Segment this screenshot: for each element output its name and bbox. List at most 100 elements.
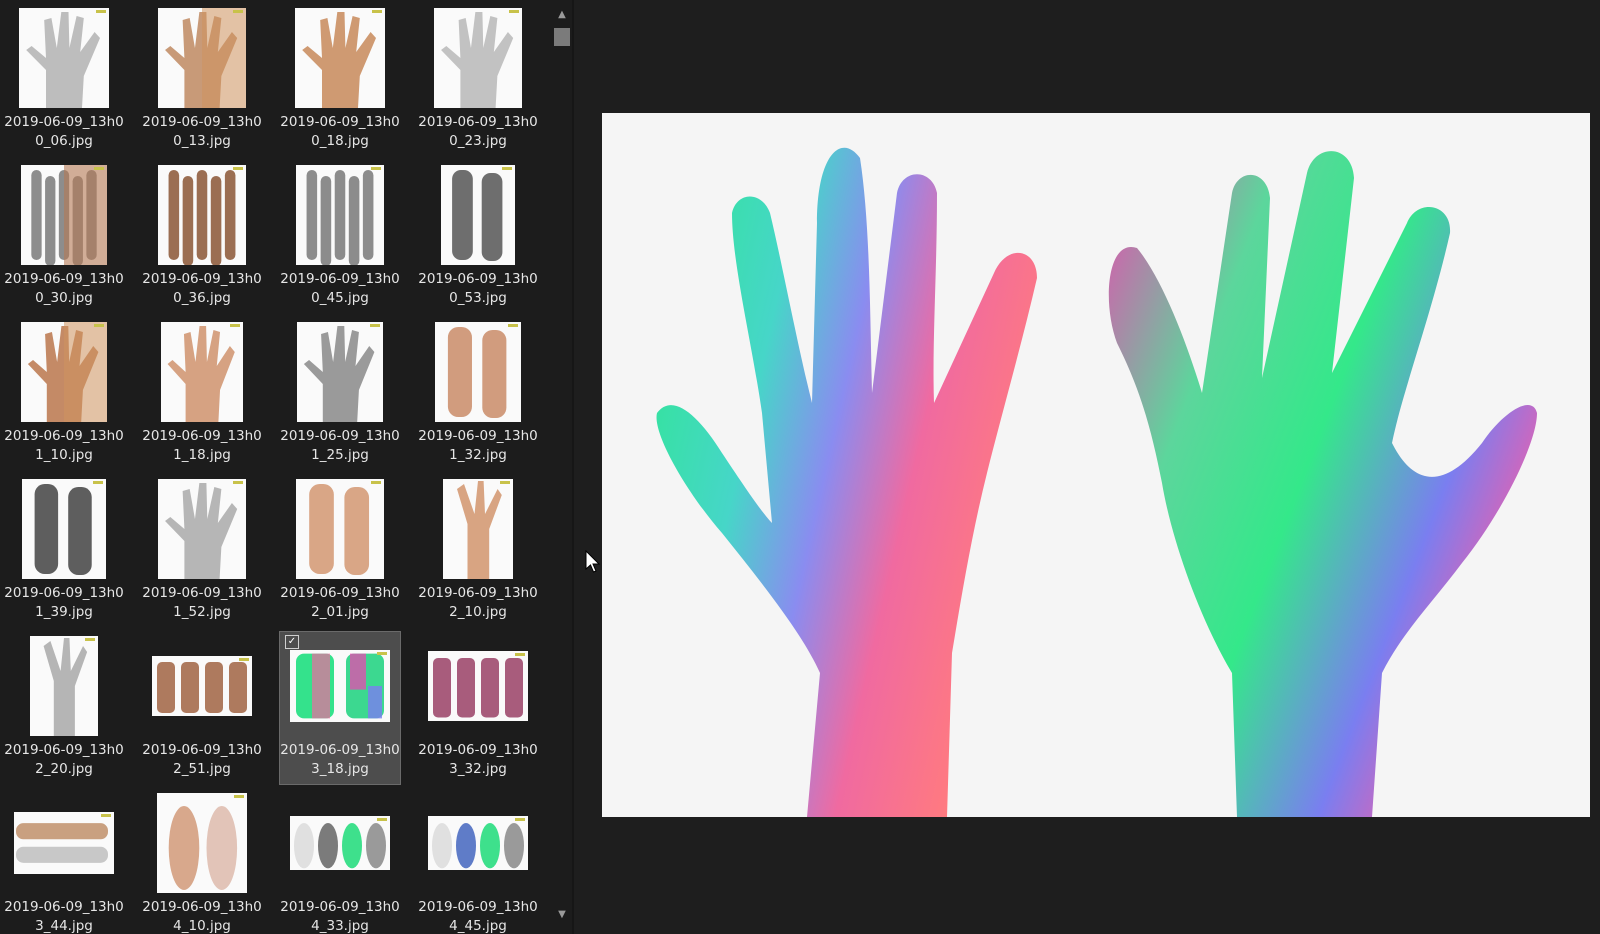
thumbnail-filename: 2019-06-09_13h0 1_32.jpg bbox=[418, 428, 538, 463]
thumbnail-image bbox=[296, 478, 384, 579]
selection-checkbox-icon[interactable]: ✓ bbox=[285, 635, 299, 649]
thumbnail-filename: 2019-06-09_13h0 4_10.jpg bbox=[142, 899, 262, 934]
thumbnail-image bbox=[158, 478, 246, 579]
thumbnail-image-frame bbox=[4, 163, 124, 266]
thumbnail-tile[interactable]: 2019-06-09_13h0 0_36.jpg bbox=[142, 161, 262, 313]
thumbnail-filename: 2019-06-09_13h0 0_06.jpg bbox=[4, 114, 124, 149]
thumbnail-tile[interactable]: 2019-06-09_13h0 1_18.jpg bbox=[142, 318, 262, 470]
scroll-up-arrow-icon[interactable]: ▲ bbox=[552, 6, 572, 24]
thumbnail-image-frame bbox=[280, 6, 400, 109]
thumbnail-image-frame bbox=[4, 791, 124, 894]
thumbnail-filename: 2019-06-09_13h0 4_45.jpg bbox=[418, 899, 538, 934]
thumbnail-filename: 2019-06-09_13h0 1_10.jpg bbox=[4, 428, 124, 463]
thumbnail-image-frame bbox=[4, 320, 124, 423]
preview-pane bbox=[574, 0, 1600, 934]
thumbnail-image bbox=[21, 321, 107, 422]
thumbnail-filename: 2019-06-09_13h0 2_51.jpg bbox=[142, 742, 262, 777]
thumbnail-image-frame bbox=[4, 634, 124, 737]
thumbnail-tile[interactable]: 2019-06-09_13h0 1_52.jpg bbox=[142, 475, 262, 627]
watermark-badge-icon bbox=[377, 817, 387, 821]
scrollbar-thumb[interactable] bbox=[554, 28, 570, 46]
watermark-badge-icon bbox=[515, 652, 525, 656]
thumbnail-filename: 2019-06-09_13h0 0_45.jpg bbox=[280, 271, 400, 306]
watermark-badge-icon bbox=[239, 657, 249, 661]
thumbnail-tile[interactable]: 2019-06-09_13h0 2_20.jpg bbox=[4, 632, 124, 784]
vertical-scrollbar[interactable]: ▲ ▼ bbox=[552, 0, 572, 934]
thumbnail-tile[interactable]: 2019-06-09_13h0 2_51.jpg bbox=[142, 632, 262, 784]
thumbnail-image bbox=[296, 164, 384, 265]
thumbnail-image-frame bbox=[418, 477, 538, 580]
thumbnail-image-frame bbox=[142, 477, 262, 580]
thumbnail-image-frame bbox=[418, 791, 538, 894]
thumbnail-tile[interactable]: 2019-06-09_13h0 0_23.jpg bbox=[418, 4, 538, 156]
watermark-badge-icon bbox=[96, 9, 106, 13]
watermark-badge-icon bbox=[94, 323, 104, 327]
watermark-badge-icon bbox=[93, 480, 103, 484]
thumbnail-tile[interactable]: 2019-06-09_13h0 4_45.jpg bbox=[418, 789, 538, 934]
thumbnail-image bbox=[21, 164, 107, 265]
mouse-pointer-icon bbox=[585, 550, 601, 573]
left-hand-shape bbox=[656, 147, 1037, 817]
thumbnail-image-frame bbox=[142, 791, 262, 894]
thumbnail-tile[interactable]: 2019-06-09_13h0 0_53.jpg bbox=[418, 161, 538, 313]
preview-hands-graphic bbox=[656, 147, 1537, 817]
thumbnail-image bbox=[290, 649, 390, 722]
watermark-badge-icon bbox=[234, 794, 244, 798]
thumbnail-image-frame bbox=[280, 634, 400, 737]
thumbnail-image bbox=[295, 7, 385, 108]
thumbnail-filename: 2019-06-09_13h0 1_18.jpg bbox=[142, 428, 262, 463]
thumbnail-tile[interactable]: 2019-06-09_13h0 1_32.jpg bbox=[418, 318, 538, 470]
scroll-down-arrow-icon[interactable]: ▼ bbox=[552, 906, 572, 924]
thumbnail-image bbox=[152, 655, 252, 716]
thumbnail-image bbox=[161, 321, 243, 422]
thumbnail-image bbox=[428, 650, 528, 721]
thumbnail-tile[interactable]: 2019-06-09_13h0 3_32.jpg bbox=[418, 632, 538, 784]
watermark-badge-icon bbox=[372, 9, 382, 13]
thumbnail-tile[interactable]: 2019-06-09_13h0 2_10.jpg bbox=[418, 475, 538, 627]
watermark-badge-icon bbox=[377, 651, 387, 655]
thumbnail-filename: 2019-06-09_13h0 1_25.jpg bbox=[280, 428, 400, 463]
thumbnail-image-frame bbox=[280, 163, 400, 266]
thumbnail-image-frame bbox=[142, 320, 262, 423]
watermark-badge-icon bbox=[101, 813, 111, 817]
thumbnail-filename: 2019-06-09_13h0 0_13.jpg bbox=[142, 114, 262, 149]
thumbnail-image bbox=[441, 164, 515, 265]
thumbnail-filename: 2019-06-09_13h0 0_36.jpg bbox=[142, 271, 262, 306]
thumbnail-image-frame bbox=[280, 791, 400, 894]
thumbnail-image bbox=[14, 811, 114, 874]
thumbnail-image-frame bbox=[142, 6, 262, 109]
thumbnail-image bbox=[435, 321, 521, 422]
thumbnail-tile[interactable]: 2019-06-09_13h0 4_33.jpg bbox=[280, 789, 400, 934]
thumbnail-tile[interactable]: 2019-06-09_13h0 0_13.jpg bbox=[142, 4, 262, 156]
thumbnail-tile[interactable]: ✓ 2019-06-09_13h0 3_18.jpg bbox=[279, 631, 401, 785]
thumbnail-tile[interactable]: 2019-06-09_13h0 0_06.jpg bbox=[4, 4, 124, 156]
thumbnail-image-frame bbox=[4, 477, 124, 580]
watermark-badge-icon bbox=[508, 323, 518, 327]
thumbnail-tile[interactable]: 2019-06-09_13h0 0_18.jpg bbox=[280, 4, 400, 156]
thumbnail-image bbox=[158, 164, 246, 265]
watermark-badge-icon bbox=[85, 637, 95, 641]
thumbnail-filename: 2019-06-09_13h0 1_39.jpg bbox=[4, 585, 124, 620]
watermark-badge-icon bbox=[509, 9, 519, 13]
watermark-badge-icon bbox=[233, 480, 243, 484]
thumbnail-filename: 2019-06-09_13h0 0_53.jpg bbox=[418, 271, 538, 306]
thumbnail-filename: 2019-06-09_13h0 0_18.jpg bbox=[280, 114, 400, 149]
thumbnail-tile[interactable]: 2019-06-09_13h0 1_10.jpg bbox=[4, 318, 124, 470]
thumbnail-tile[interactable]: 2019-06-09_13h0 0_45.jpg bbox=[280, 161, 400, 313]
thumbnail-tile[interactable]: 2019-06-09_13h0 3_44.jpg bbox=[4, 789, 124, 934]
thumbnail-filename: 2019-06-09_13h0 2_01.jpg bbox=[280, 585, 400, 620]
watermark-badge-icon bbox=[515, 817, 525, 821]
thumbnail-image bbox=[428, 815, 528, 870]
thumbnail-tile[interactable]: 2019-06-09_13h0 4_10.jpg bbox=[142, 789, 262, 934]
thumbnail-filename: 2019-06-09_13h0 0_23.jpg bbox=[418, 114, 538, 149]
watermark-badge-icon bbox=[94, 166, 104, 170]
thumbnail-tile[interactable]: 2019-06-09_13h0 2_01.jpg bbox=[280, 475, 400, 627]
thumbnail-tile[interactable]: 2019-06-09_13h0 1_25.jpg bbox=[280, 318, 400, 470]
thumbnail-image bbox=[297, 321, 383, 422]
thumbnail-panel: 2019-06-09_13h0 0_06.jpg 2019-06-09_13h0 … bbox=[0, 0, 552, 934]
thumbnail-filename: 2019-06-09_13h0 1_52.jpg bbox=[142, 585, 262, 620]
thumbnail-tile[interactable]: 2019-06-09_13h0 1_39.jpg bbox=[4, 475, 124, 627]
thumbnail-image-frame bbox=[418, 634, 538, 737]
thumbnail-image-frame bbox=[418, 320, 538, 423]
thumbnail-tile[interactable]: 2019-06-09_13h0 0_30.jpg bbox=[4, 161, 124, 313]
